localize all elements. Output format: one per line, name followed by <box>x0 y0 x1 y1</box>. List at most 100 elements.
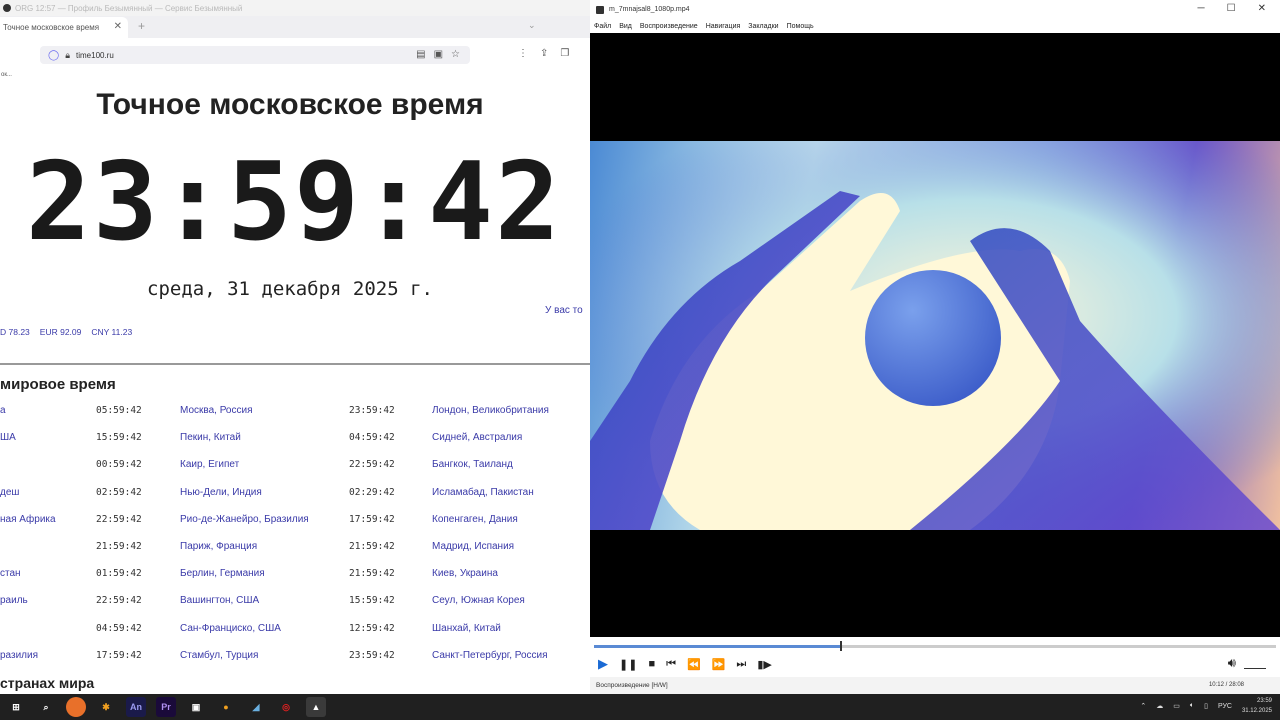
network-icon[interactable]: ▭ <box>1173 702 1180 710</box>
fast-forward-icon[interactable]: ⏩ <box>712 658 726 671</box>
city-link[interactable]: Пекин, Китай <box>180 432 241 443</box>
copy-icon[interactable]: ❐ <box>560 48 569 59</box>
search-icon[interactable]: ⌕ <box>36 697 56 717</box>
menu-playback[interactable]: Воспроизведение <box>640 23 698 30</box>
menu-help[interactable]: Помощь <box>787 23 814 30</box>
city-link[interactable]: Сидней, Австралия <box>432 432 522 443</box>
app-icon-yellow[interactable]: ● <box>216 697 236 717</box>
menu-navigation[interactable]: Навигация <box>706 23 741 30</box>
menu-bookmarks[interactable]: Закладки <box>748 23 778 30</box>
city-link[interactable]: Берлин, Германия <box>180 568 265 579</box>
taskbar-clock[interactable]: 23:59 31.12.2025 <box>1242 696 1272 716</box>
firefox-icon[interactable] <box>66 697 86 717</box>
city-link[interactable]: Копенгаген, Дания <box>432 514 518 525</box>
frame-step-icon[interactable]: ▮▶ <box>757 658 772 671</box>
chevron-down-icon[interactable]: ⌄ <box>528 20 536 31</box>
speaker-icon[interactable]: 🔈︎ <box>1190 702 1194 710</box>
city-link[interactable]: Москва, Россия <box>180 405 253 416</box>
minimize-icon[interactable]: ─ <box>1198 3 1205 14</box>
chevron-up-icon[interactable]: ⌃ <box>1140 702 1146 710</box>
app-icon-orange[interactable]: ✱ <box>96 697 116 717</box>
city-link[interactable]: Сан-Франциско, США <box>180 623 281 634</box>
city-link[interactable]: Нью-Дели, Индия <box>180 487 262 498</box>
play-icon[interactable]: ▶ <box>598 656 608 672</box>
time-cell: 01:59:42 <box>96 568 142 580</box>
city-link[interactable]: ная Африка <box>0 514 56 525</box>
maximize-icon[interactable]: ☐ <box>1227 3 1236 14</box>
table-row: ША 15:59:42 Пекин, Китай 04:59:42 Сидней, Ав… <box>0 425 590 452</box>
picture-icon[interactable]: ▣ <box>434 49 443 60</box>
extensions-icon[interactable]: ⋮ <box>518 48 528 59</box>
time-cell: 21:59:42 <box>349 540 395 552</box>
city-link[interactable]: Рио-де-Жанейро, Бразилия <box>180 514 309 525</box>
city-link[interactable]: Каир, Египет <box>180 459 239 470</box>
city-link[interactable]: Исламабад, Пакистан <box>432 487 534 498</box>
volume-slider[interactable] <box>1244 657 1266 669</box>
city-link[interactable]: ША <box>0 432 16 443</box>
current-date: среда, 31 декабря 2025 г. <box>147 278 433 300</box>
rate-eur[interactable]: EUR 92.09 <box>40 327 82 337</box>
notice-link[interactable]: У вас то <box>545 305 583 316</box>
seek-bar[interactable] <box>594 641 1276 651</box>
video-frame[interactable] <box>590 141 1280 530</box>
windows-start-icon[interactable]: ⊞ <box>6 697 26 717</box>
animate-icon[interactable]: An <box>126 697 146 717</box>
city-link[interactable]: а <box>0 405 6 416</box>
tab-time100[interactable]: Точное московское время ✕ <box>0 17 128 38</box>
share-icon[interactable]: ⇪ <box>540 48 548 59</box>
city-link[interactable]: Шанхай, Китай <box>432 623 501 634</box>
battery-icon[interactable]: ▯ <box>1204 702 1208 710</box>
cloud-icon[interactable]: ☁ <box>1156 702 1163 710</box>
rate-usd[interactable]: D 78.23 <box>0 327 30 337</box>
shield-icon[interactable]: ◯ <box>48 50 59 61</box>
rate-cny[interactable]: CNY 11.23 <box>91 327 132 337</box>
city-link[interactable]: Сеул, Южная Корея <box>432 595 525 606</box>
volume-icon[interactable]: 🔊︎ <box>1228 655 1236 671</box>
premiere-icon[interactable]: Pr <box>156 697 176 717</box>
media-player-taskbar-icon[interactable]: ▲ <box>306 697 326 717</box>
app-icon-red[interactable]: ◎ <box>276 697 296 717</box>
language-indicator[interactable]: РУС <box>1218 703 1232 710</box>
city-link[interactable]: Санкт-Петербург, Россия <box>432 650 548 661</box>
browser-window: ORG 12:57 — Профиль Безымянный — Сервис … <box>0 0 590 694</box>
city-link[interactable]: Вашингтон, США <box>180 595 259 606</box>
city-link[interactable]: Париж, Франция <box>180 541 257 552</box>
close-icon[interactable]: ✕ <box>1258 3 1266 14</box>
time-cell: 22:59:42 <box>96 513 142 525</box>
table-row: а 05:59:42 Москва, Россия 23:59:42 Лондон, В… <box>0 398 590 425</box>
lock-icon[interactable]: 🔒︎ <box>65 50 70 61</box>
bookmarks-bar: ок... <box>0 72 590 86</box>
seek-progress <box>594 645 840 648</box>
close-tab-icon[interactable]: ✕ <box>114 21 122 32</box>
bookmark-item[interactable]: ок... <box>1 72 12 78</box>
time-cell: 22:59:42 <box>349 459 395 471</box>
table-row: разилия 17:59:42 Стамбул, Турция 23:59:42 Са… <box>0 643 590 670</box>
terminal-icon[interactable]: ▣ <box>186 697 206 717</box>
city-link[interactable]: Лондон, Великобритания <box>432 405 549 416</box>
city-link[interactable]: Киев, Украина <box>432 568 498 579</box>
city-link[interactable]: раиль <box>0 595 28 606</box>
address-bar[interactable]: ◯ 🔒︎ time100.ru ▤ ▣ ☆ <box>40 46 470 64</box>
skip-forward-icon[interactable]: ⏭ <box>736 658 746 671</box>
city-link[interactable]: деш <box>0 487 19 498</box>
new-tab-icon[interactable]: + <box>138 19 145 33</box>
page-title: Точное московское время <box>96 88 484 121</box>
bookmark-star-icon[interactable]: ☆ <box>451 49 460 60</box>
skip-back-icon[interactable]: ⏮ <box>666 658 676 671</box>
rewind-icon[interactable]: ⏪ <box>687 658 701 671</box>
menu-view[interactable]: Вид <box>619 23 632 30</box>
city-link[interactable]: разилия <box>0 650 38 661</box>
menu-file[interactable]: Файл <box>594 23 611 30</box>
table-row: 00:59:42 Каир, Египет 22:59:42 Бангкок, Таи… <box>0 452 590 479</box>
city-link[interactable]: Мадрид, Испания <box>432 541 514 552</box>
stop-icon[interactable]: ■ <box>648 658 655 670</box>
app-icon-blue[interactable]: ◢ <box>246 697 266 717</box>
seek-handle[interactable] <box>839 641 842 651</box>
city-link[interactable]: Стамбул, Турция <box>180 650 258 661</box>
pause-icon[interactable]: ❚❚ <box>619 658 637 671</box>
city-link[interactable]: Бангкок, Таиланд <box>432 459 513 470</box>
time-cell: 00:59:42 <box>96 459 142 471</box>
url-text: time100.ru <box>76 50 114 60</box>
city-link[interactable]: стан <box>0 568 21 579</box>
reader-view-icon[interactable]: ▤ <box>416 49 425 60</box>
